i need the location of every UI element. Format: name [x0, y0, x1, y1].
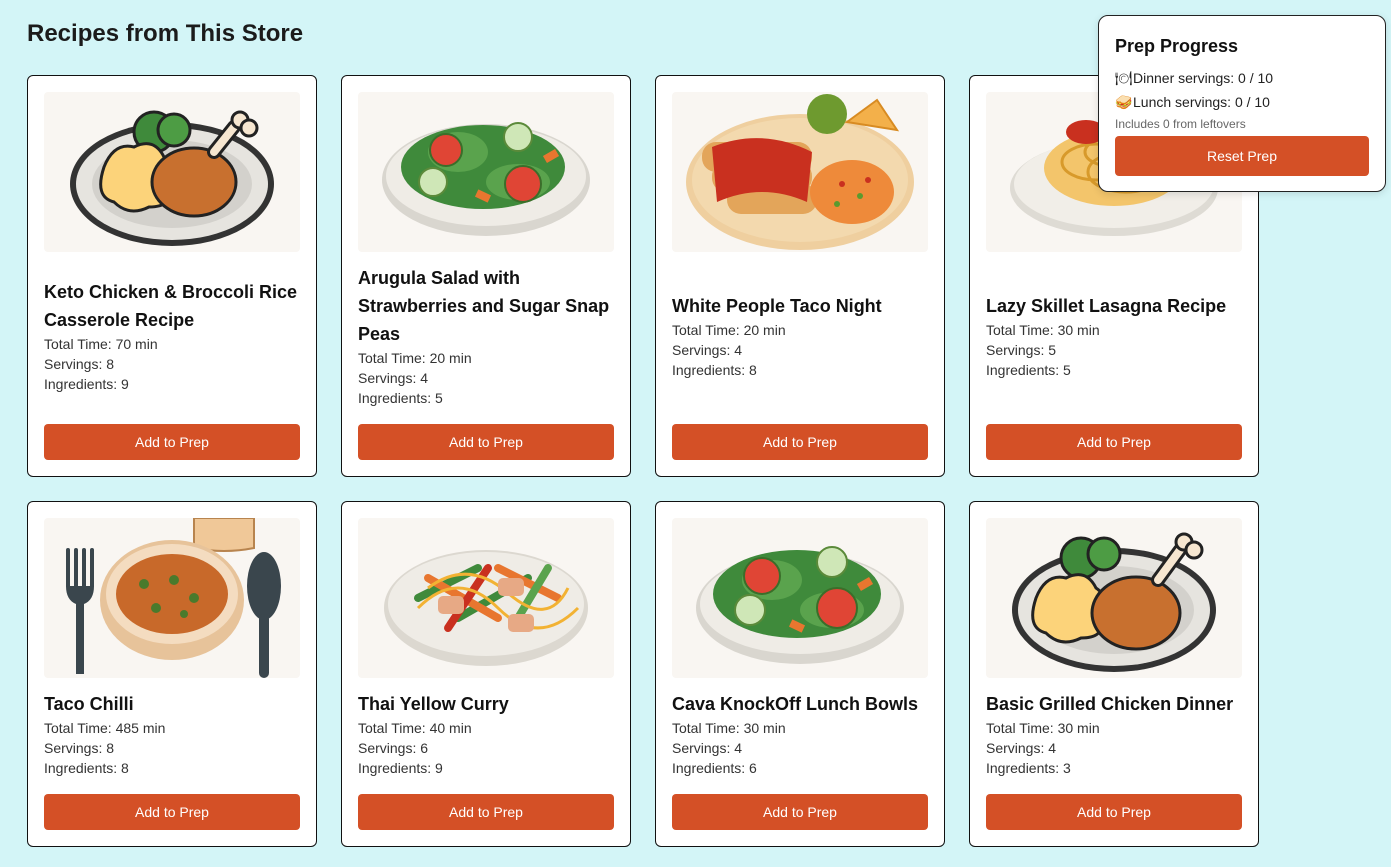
- add-to-prep-button[interactable]: Add to Prep: [44, 794, 300, 830]
- recipe-title: Basic Grilled Chicken Dinner: [986, 694, 1234, 714]
- prep-progress-title: Prep Progress: [1115, 36, 1239, 56]
- recipe-image-enchiladas: [672, 92, 928, 252]
- recipe-ingredients: Ingredients: 8: [44, 760, 129, 776]
- recipe-total-time: Total Time: 20 min: [672, 322, 786, 338]
- dinner-servings-row: 🍽Dinner servings: 0 / 10: [1115, 70, 1273, 87]
- recipe-total-time: Total Time: 30 min: [986, 720, 1100, 736]
- recipe-ingredients: Ingredients: 5: [986, 362, 1071, 378]
- lunch-servings-row: 🥪Lunch servings: 0 / 10: [1115, 94, 1270, 111]
- recipe-card: Cava KnockOff Lunch Bowls Total Time: 30…: [655, 501, 945, 847]
- recipe-servings: Servings: 8: [44, 356, 115, 372]
- recipe-total-time: Total Time: 20 min: [358, 350, 472, 366]
- recipe-servings: Servings: 4: [986, 740, 1057, 756]
- add-to-prep-button[interactable]: Add to Prep: [44, 424, 300, 460]
- lunch-servings-text: Lunch servings: 0 / 10: [1133, 94, 1270, 110]
- recipe-card: Basic Grilled Chicken Dinner Total Time:…: [969, 501, 1259, 847]
- recipe-image-salad: [358, 92, 614, 252]
- recipe-image-chicken-plate: [44, 92, 300, 252]
- add-to-prep-button[interactable]: Add to Prep: [986, 794, 1242, 830]
- recipe-title: Thai Yellow Curry: [358, 694, 509, 714]
- recipe-total-time: Total Time: 485 min: [44, 720, 166, 736]
- recipe-servings: Servings: 4: [672, 740, 743, 756]
- recipe-title: Lazy Skillet Lasagna Recipe: [986, 296, 1227, 316]
- recipe-image-soup-bowl: [44, 518, 300, 678]
- recipe-total-time: Total Time: 70 min: [44, 336, 158, 352]
- recipe-title: Keto Chicken & Broccoli Rice Casserole R…: [44, 282, 298, 330]
- add-to-prep-button[interactable]: Add to Prep: [986, 424, 1242, 460]
- recipe-total-time: Total Time: 40 min: [358, 720, 472, 736]
- recipe-title: White People Taco Night: [672, 296, 882, 316]
- page-title: Recipes from This Store: [27, 20, 304, 47]
- plate-icon: 🍽: [1115, 70, 1133, 86]
- recipe-image-salad: [672, 518, 928, 678]
- recipe-title: Taco Chilli: [44, 694, 134, 714]
- add-to-prep-button[interactable]: Add to Prep: [358, 794, 614, 830]
- recipe-card: White People Taco Night Total Time: 20 m…: [655, 75, 945, 477]
- recipe-ingredients: Ingredients: 3: [986, 760, 1071, 776]
- recipe-card: Thai Yellow Curry Total Time: 40 min Ser…: [341, 501, 631, 847]
- recipe-servings: Servings: 5: [986, 342, 1057, 358]
- recipe-ingredients: Ingredients: 8: [672, 362, 757, 378]
- recipe-servings: Servings: 6: [358, 740, 429, 756]
- recipe-ingredients: Ingredients: 6: [672, 760, 757, 776]
- recipe-ingredients: Ingredients: 9: [44, 376, 129, 392]
- recipe-total-time: Total Time: 30 min: [986, 322, 1100, 338]
- recipe-servings: Servings: 4: [358, 370, 429, 386]
- recipe-ingredients: Ingredients: 5: [358, 390, 443, 406]
- recipe-ingredients: Ingredients: 9: [358, 760, 443, 776]
- leftovers-note: Includes 0 from leftovers: [1115, 117, 1246, 131]
- recipe-servings: Servings: 8: [44, 740, 115, 756]
- recipe-image-chicken-plate: [986, 518, 1242, 678]
- add-to-prep-button[interactable]: Add to Prep: [672, 794, 928, 830]
- prep-progress-panel: Prep Progress 🍽Dinner servings: 0 / 10 🥪…: [1098, 15, 1386, 192]
- recipe-card: Taco Chilli Total Time: 485 min Servings…: [27, 501, 317, 847]
- reset-prep-button[interactable]: Reset Prep: [1115, 136, 1369, 176]
- recipe-card: Keto Chicken & Broccoli Rice Casserole R…: [27, 75, 317, 477]
- add-to-prep-button[interactable]: Add to Prep: [672, 424, 928, 460]
- recipe-image-stir-fry: [358, 518, 614, 678]
- recipe-servings: Servings: 4: [672, 342, 743, 358]
- recipe-title: Cava KnockOff Lunch Bowls: [672, 694, 919, 714]
- recipe-total-time: Total Time: 30 min: [672, 720, 786, 736]
- sandwich-icon: 🥪: [1115, 94, 1133, 110]
- add-to-prep-button[interactable]: Add to Prep: [358, 424, 614, 460]
- recipe-title: Arugula Salad with Strawberries and Suga…: [358, 268, 610, 344]
- recipe-card: Arugula Salad with Strawberries and Suga…: [341, 75, 631, 477]
- dinner-servings-text: Dinner servings: 0 / 10: [1133, 70, 1274, 86]
